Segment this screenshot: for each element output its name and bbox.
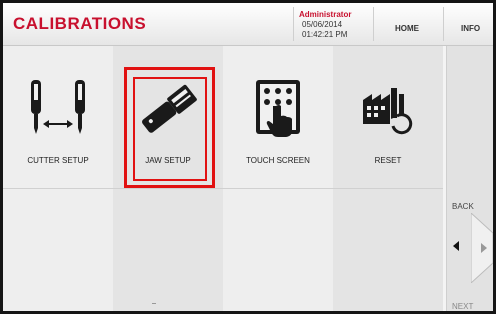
touch-screen-label: TOUCH SCREEN [246, 156, 310, 165]
header-divider [373, 7, 374, 41]
calibrations-screen: CALIBRATIONS Administrator 05/06/2014 01… [3, 3, 493, 311]
user-role: Administrator [299, 10, 352, 19]
next-label[interactable]: NEXT [452, 302, 473, 311]
scroll-indicator [152, 303, 156, 304]
cutter-setup-icon [3, 78, 113, 140]
reset-icon [333, 78, 443, 140]
reset-label: RESET [374, 156, 402, 165]
back-arrow-button[interactable] [450, 223, 464, 269]
selection-highlight-inner [133, 77, 207, 181]
info-button[interactable]: INFO [461, 24, 480, 33]
reset-button[interactable]: RESET [333, 46, 443, 188]
tile-grid: CUTTER SETUP JAW SETUP TOUCH SCREEN RESE… [3, 46, 493, 311]
cutter-setup-button[interactable]: CUTTER SETUP [3, 46, 113, 188]
header-divider [293, 7, 294, 41]
date-display: 05/06/2014 [302, 20, 343, 29]
touch-screen-button[interactable]: TOUCH SCREEN [223, 46, 333, 188]
back-label[interactable]: BACK [452, 202, 474, 211]
header-bar: CALIBRATIONS Administrator 05/06/2014 01… [3, 3, 493, 46]
touch-screen-icon [223, 78, 333, 140]
page-title: CALIBRATIONS [13, 14, 147, 33]
next-arrow-icon[interactable] [471, 213, 493, 283]
empty-tile [3, 189, 113, 311]
user-info: Administrator 05/06/2014 01:42:21 PM [299, 10, 351, 40]
time-display: 01:42:21 PM [302, 30, 348, 39]
header-divider [443, 7, 444, 41]
cutter-setup-label: CUTTER SETUP [27, 156, 89, 165]
home-button[interactable]: HOME [395, 24, 419, 33]
